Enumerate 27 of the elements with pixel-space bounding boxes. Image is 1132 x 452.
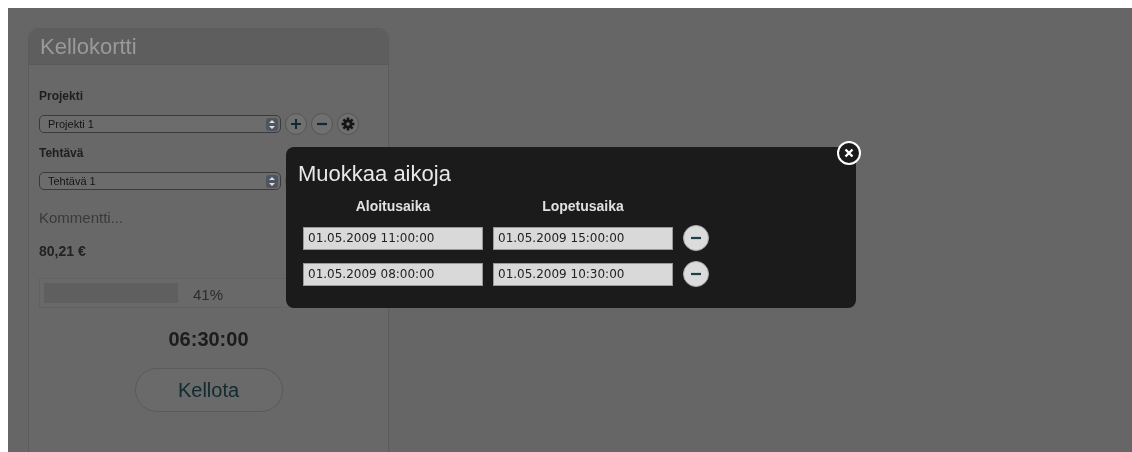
- select-field[interactable]: Tehtävä 1: [39, 172, 281, 190]
- field-label: Tehtävä: [39, 145, 85, 162]
- stepper-icon: [266, 174, 278, 188]
- start-time-field[interactable]: 01.05.2009 11:00:00: [303, 226, 483, 250]
- timer-text: 06:30:00: [167, 327, 250, 352]
- minus-icon: [690, 236, 702, 240]
- field-label: Projekti: [39, 88, 84, 105]
- settings-icon: [341, 117, 355, 131]
- add-button[interactable]: [285, 113, 307, 135]
- column-heading: Aloitusaika: [354, 197, 432, 216]
- settings-button[interactable]: [337, 113, 359, 135]
- amount-text: 80,21 €: [39, 242, 87, 261]
- progress-percent: 41%: [192, 285, 224, 305]
- end-time-field[interactable]: 01.05.2009 10:30:00: [493, 262, 673, 286]
- end-time-field[interactable]: 01.05.2009 15:00:00: [493, 226, 673, 250]
- card-title: Kellokortti: [29, 29, 388, 65]
- select-field[interactable]: Projekti 1: [39, 115, 281, 133]
- minus-icon: [316, 122, 328, 126]
- dialog-title: Muokkaa aikoja: [298, 160, 452, 188]
- remove-button[interactable]: [683, 225, 709, 251]
- close-icon: [844, 148, 854, 158]
- stepper-icon: [266, 117, 278, 131]
- plus-icon: [290, 118, 302, 130]
- minus-icon: [690, 272, 702, 276]
- start-time-field[interactable]: 01.05.2009 08:00:00: [303, 262, 483, 286]
- remove-button[interactable]: [683, 261, 709, 287]
- column-heading: Lopetusaika: [541, 197, 625, 216]
